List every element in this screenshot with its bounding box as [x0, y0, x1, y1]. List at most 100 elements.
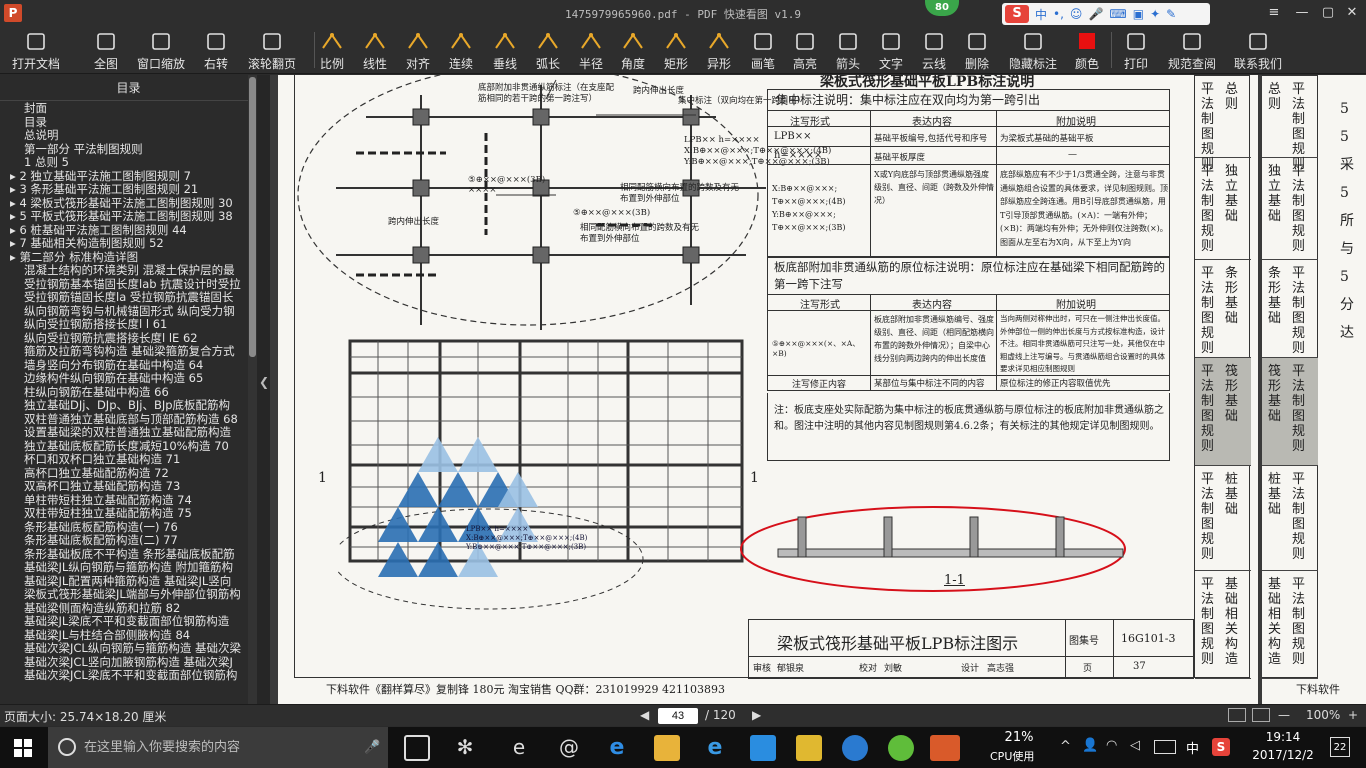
sogou-logo-icon[interactable]: S	[1005, 5, 1029, 23]
pdf-app-icon[interactable]	[930, 735, 960, 761]
toc-item[interactable]: 基础梁侧面构造纵筋和拉筋 82	[0, 602, 248, 616]
edge-browser-icon[interactable]: e	[604, 735, 630, 761]
toolbar-arrow-button[interactable]: 箭头	[828, 28, 868, 72]
tray-chevron-icon[interactable]: ^	[1060, 739, 1071, 754]
keyboard-tray-icon[interactable]	[1154, 740, 1176, 754]
chevron-left-icon[interactable]: ❮	[259, 375, 269, 389]
toc-item[interactable]: 目录	[0, 116, 248, 130]
toc-item[interactable]: 1 总则 5	[0, 156, 248, 170]
toc-item[interactable]: 独立基础DJj、DJp、BJj、BJp底板配筋构	[0, 399, 248, 413]
toolbar-eye-hide-button[interactable]: 隐藏标注	[1005, 28, 1061, 72]
toc-item[interactable]: 杯口和双杯口独立基础构造 71	[0, 453, 248, 467]
side-tab[interactable]: 总则 平法制图规则	[1262, 76, 1318, 172]
microphone-icon[interactable]: 🎤	[364, 727, 380, 768]
toolbar-radius-button[interactable]: 半径	[571, 28, 611, 72]
g-app-icon[interactable]	[842, 735, 868, 761]
toc-item[interactable]: 基础次梁JCL梁底不平和变截面部位钢筋构	[0, 669, 248, 683]
toc-item[interactable]: 箍筋及拉筋弯钩构造 基础梁箍筋复合方式	[0, 345, 248, 359]
minimize-button[interactable]: —	[1290, 2, 1314, 24]
toc-item[interactable]: 柱纵向钢筋在基础中构造 66	[0, 386, 248, 400]
toc-item[interactable]: 条形基础底板配筋构造(一) 76	[0, 521, 248, 535]
toolbar-highlighter-button[interactable]: 高亮	[785, 28, 825, 72]
toc-item[interactable]: 条形基础板底不平构造 条形基础底板配筋	[0, 548, 248, 562]
side-tab[interactable]: 基础相关构造 平法制图规则	[1262, 571, 1318, 679]
toc-item[interactable]: 受拉钢筋锚固长度la 受拉钢筋抗震锚固长	[0, 291, 248, 305]
task-view-icon[interactable]	[404, 735, 430, 761]
toolbar-arc-button[interactable]: 弧长	[528, 28, 568, 72]
toc-item[interactable]: 单柱带短柱独立基础配筋构造 74	[0, 494, 248, 508]
toolbar-perpendicular-button[interactable]: 垂线	[485, 28, 525, 72]
windows-start-icon[interactable]	[14, 739, 32, 757]
toc-item[interactable]: 边缘构件纵向钢筋在基础中构造 65	[0, 372, 248, 386]
toc-item[interactable]: ▸ 第二部分 标准构造详图	[0, 251, 248, 265]
toc-item[interactable]: ▸ 7 基础相关构造制图规则 52	[0, 237, 248, 251]
single-page-view-icon[interactable]	[1228, 708, 1246, 722]
clock-time[interactable]: 19:14	[1248, 730, 1318, 744]
toolbar-printer-button[interactable]: 打印	[1116, 28, 1156, 72]
side-tab[interactable]: 平法制图规则 总则	[1195, 76, 1251, 172]
fan-app-icon[interactable]: ✻	[452, 735, 478, 761]
language-indicator[interactable]: 中	[1186, 738, 1199, 757]
maximize-button[interactable]: ▢	[1316, 2, 1340, 24]
file-explorer-icon[interactable]	[654, 735, 680, 761]
document-viewport[interactable]: 梁板式筏形基础平板LPB标注说明 底部附加非贯通纵筋标注（在支座配筋相同的若干跨…	[270, 75, 1366, 704]
toolbar-rotate-button[interactable]: 右转	[196, 28, 236, 72]
toc-item[interactable]: 第一部分 平法制图规则	[0, 143, 248, 157]
toc-item[interactable]: 基础梁JL配置两种箍筋构造 基础梁JL竖向	[0, 575, 248, 589]
toc-item[interactable]: 封面	[0, 102, 248, 116]
toolbar-polygon-button[interactable]: 异形	[699, 28, 739, 72]
toc-item[interactable]: 基础次梁JCL纵向钢筋与箍筋构造 基础次梁	[0, 642, 248, 656]
toolbar-linear-button[interactable]: 线性	[355, 28, 395, 72]
toolbar-pen-button[interactable]: 画笔	[743, 28, 783, 72]
toc-item[interactable]: 双高杯口独立基础配筋构造 73	[0, 480, 248, 494]
zoom-in-button[interactable]: +	[1348, 708, 1358, 722]
ime-shirt-icon[interactable]: ✦	[1150, 7, 1160, 21]
taskbar-search-box[interactable]: 在这里输入你要搜索的内容 🎤	[48, 727, 388, 768]
toc-item[interactable]: 纵向受拉钢筋搭接长度l l 61	[0, 318, 248, 332]
scrollbar-thumb[interactable]	[249, 77, 256, 357]
swirl-app-icon[interactable]: @	[556, 735, 582, 761]
toc-item[interactable]: 双柱带短柱独立基础配筋构造 75	[0, 507, 248, 521]
toolbar-angle-button[interactable]: 角度	[613, 28, 653, 72]
toolbar-cloud-button[interactable]: 云线	[914, 28, 954, 72]
side-tab[interactable]: 平法制图规则 独立基础	[1195, 158, 1251, 260]
notes-app-icon[interactable]	[796, 735, 822, 761]
ime-mic-icon[interactable]: 🎤	[1088, 7, 1103, 21]
toc-item[interactable]: 混凝土结构的环境类别 混凝土保护层的最	[0, 264, 248, 278]
toc-item[interactable]: 条形基础底板配筋构造(二) 77	[0, 534, 248, 548]
menu-icon[interactable]: ≡	[1262, 2, 1286, 24]
toolbar-book-button[interactable]: 规范查阅	[1164, 28, 1220, 72]
toc-item[interactable]: 设置基础梁的双柱普通独立基础配筋构造	[0, 426, 248, 440]
volume-icon[interactable]: ◁	[1130, 738, 1140, 753]
toolbar-mouse-button[interactable]: 滚轮翻页	[244, 28, 300, 72]
close-button[interactable]: ✕	[1340, 2, 1364, 24]
toolbar-fit-all-button[interactable]: 全图	[86, 28, 126, 72]
people-icon[interactable]: 👤	[1082, 738, 1098, 753]
toc-list[interactable]: 封面 目录 总说明 第一部分 平法制图规则 1 总则 5 ▸ 2 独立基础平法施工图制图规…	[0, 102, 248, 704]
sidebar-collapse-button[interactable]: ❮	[257, 75, 270, 704]
toc-item[interactable]: 总说明	[0, 129, 248, 143]
side-tab[interactable]: 筏形基础 平法制图规则	[1262, 358, 1318, 466]
ie-icon[interactable]: e	[702, 735, 728, 761]
toolbar-text-button[interactable]: 文字	[871, 28, 911, 72]
toolbar-align-button[interactable]: 对齐	[398, 28, 438, 72]
ime-toolbar[interactable]: S 中 •, ☺ 🎤 ⌨ ▣ ✦ ✎	[1002, 3, 1210, 25]
toc-item[interactable]: ▸ 2 独立基础平法施工图制图规则 7	[0, 170, 248, 184]
toc-item[interactable]: 基础梁JL纵向钢筋与箍筋构造 附加箍筋构	[0, 561, 248, 575]
ime-emoji-icon[interactable]: ☺	[1070, 7, 1083, 21]
prev-page-button[interactable]: ◀	[640, 708, 649, 722]
toc-item[interactable]: ▸ 5 平板式筏形基础平法施工图制图规则 38	[0, 210, 248, 224]
cortana-icon[interactable]	[58, 738, 76, 756]
side-tab[interactable]: 条形基础 平法制图规则	[1262, 260, 1318, 358]
toc-item[interactable]: 基础梁JL梁底不平和变截面部位钢筋构造	[0, 615, 248, 629]
notification-center-icon[interactable]: 22	[1330, 737, 1350, 757]
toolbar-color-button[interactable]: 颜色	[1067, 28, 1107, 72]
toc-item[interactable]: 受拉钢筋基本锚固长度lab 抗震设计时受拉	[0, 278, 248, 292]
zoom-out-button[interactable]: —	[1278, 708, 1290, 722]
double-page-view-icon[interactable]	[1252, 708, 1270, 722]
puzzle-app-icon[interactable]	[750, 735, 776, 761]
ime-punct-icon[interactable]: •,	[1053, 7, 1064, 21]
toc-item[interactable]: 纵向钢筋弯钩与机械锚固形式 纵向受力钢	[0, 305, 248, 319]
green-app-icon[interactable]	[888, 735, 914, 761]
toc-item[interactable]: ▸ 4 梁板式筏形基础平法施工图制图规则 30	[0, 197, 248, 211]
